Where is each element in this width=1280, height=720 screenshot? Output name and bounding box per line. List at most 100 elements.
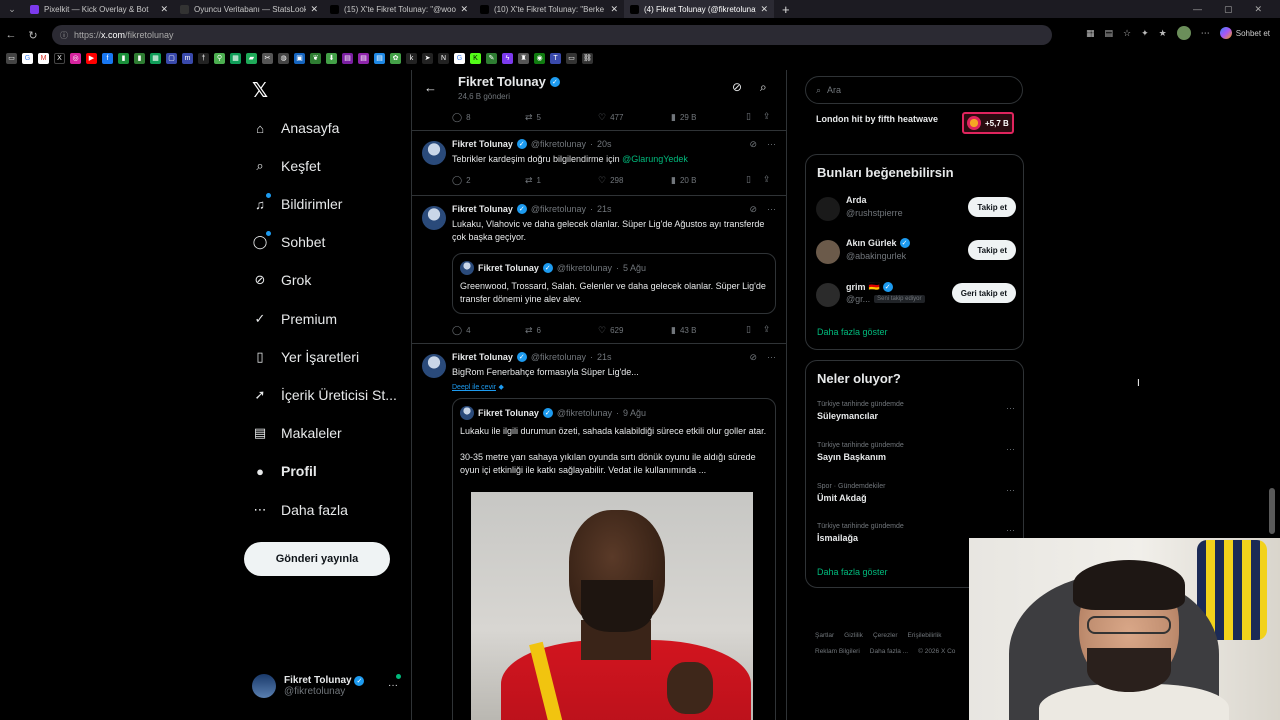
footer-link[interactable]: Şartlar [815,632,834,639]
grok-icon[interactable]: ⊘ [749,204,757,215]
nav-item-grok[interactable]: ⊘ Grok [252,272,312,288]
share-icon[interactable]: ⇪ [763,111,771,122]
like-action[interactable]: ♡ 298 [598,175,671,186]
link-icon[interactable]: ⚲ [214,52,225,64]
download-icon[interactable]: ⬇ [326,52,337,64]
back-arrow-icon[interactable]: ← [424,80,437,95]
tweet-handle[interactable]: @fikretolunay [531,352,586,362]
tweet-more-icon[interactable]: ··· [767,352,776,363]
footer-link[interactable]: Erişilebilirlik [908,632,942,639]
dagger-icon[interactable]: † [198,52,209,64]
twitch-icon[interactable]: ▢ [166,52,177,64]
tab-close-icon[interactable]: ✕ [310,4,318,15]
trends-show-more[interactable]: Daha fazla göster [817,567,888,577]
k-icon[interactable]: k [406,52,417,64]
grok-icon[interactable]: ⊘ [749,352,757,363]
nav-item-search[interactable]: ⌕ Keşfet [252,158,320,174]
reply-action[interactable]: ◯ 8 [452,112,525,123]
tweet-more-icon[interactable]: ··· [767,204,776,215]
browser-tab[interactable]: (15) X'te Fikret Tolunay: "@woodp ✕ [324,0,474,18]
trend-more-icon[interactable]: ··· [1006,485,1015,495]
hat-icon[interactable]: ♜ [518,52,529,64]
trend-item[interactable]: Türkiye tarihinde gündemde Süleymancılar ·… [817,401,1015,421]
tab-close-icon[interactable]: ✕ [760,4,768,15]
who-to-follow-item[interactable]: Akın Gürlek ✓ @abakingurlek Takip et [816,238,1016,272]
tool-icon[interactable]: ✂ [262,52,273,64]
nav-item-bookmark[interactable]: ▯ Yer İşaretleri [252,349,359,365]
quoted-photo[interactable] [471,492,753,720]
globe-icon[interactable]: ◍ [278,52,289,64]
browser-tab[interactable]: Oyuncu Veritabanı — StatsLook | S✕ [174,0,324,18]
copilot-button[interactable]: Sohbet et [1219,27,1270,39]
instagram-icon[interactable]: ◎ [70,52,81,64]
footer-link[interactable]: Gizlilik [844,632,863,639]
bookmark-icon[interactable]: ▯ [746,324,751,335]
repost-action[interactable]: ⇄ 1 [525,175,598,186]
profile-avatar[interactable] [1176,26,1191,40]
tweet-more-icon[interactable]: ··· [767,139,776,150]
quoted-tweet[interactable]: Fikret Tolunay ✓ @fikretolunay · 5 Ağu G… [452,253,776,314]
browser-tab[interactable]: (4) Fikret Tolunay (@fikretolunay) / ✕ [624,0,774,18]
trend-item[interactable]: Spor · Gündemdekiler Ümit Akdağ ··· [817,483,1015,503]
avatar[interactable] [816,283,840,307]
search-icon[interactable]: ⌕ [760,80,767,95]
maximize-icon[interactable]: ▢ [1224,4,1233,15]
reply-action[interactable]: ◯ 2 [452,175,525,186]
settings-icon[interactable]: ✿ [390,52,401,64]
n-icon[interactable]: N [438,52,449,64]
follow-button[interactable]: Geri takip et [951,283,1016,303]
gmail-icon[interactable]: M [38,52,49,64]
avatar[interactable] [816,240,840,264]
trend-more-icon[interactable]: ··· [1006,403,1015,413]
tweet-author[interactable]: Fikret Tolunay [452,204,513,214]
tweet[interactable]: Fikret Tolunay ✓ @fikretolunay · 20s ⊘ ··… [412,131,786,196]
purple-icon[interactable]: ▤ [342,52,353,64]
quoted-tweet[interactable]: Fikret Tolunay ✓ @fikretolunay · 9 Ağu L… [452,398,776,720]
views-action[interactable]: ▮ 43 B [671,325,744,336]
trend-more-icon[interactable]: ··· [1006,444,1015,454]
views-action[interactable]: ▮ 29 B [671,112,744,123]
tweet-avatar[interactable] [422,354,446,378]
trend-more-icon[interactable]: ··· [1006,525,1015,535]
reader-icon[interactable]: ▤ [1105,28,1114,39]
top-trend-title[interactable]: London hit by fifth heatwave [816,114,938,124]
sheets-icon-2[interactable]: ▦ [230,52,241,64]
footer-link[interactable]: Reklam Bilgileri [815,648,860,655]
xbox-icon[interactable]: ◉ [534,52,545,64]
sheets-icon[interactable]: ▦ [150,52,161,64]
tweet-avatar[interactable] [422,141,446,165]
tweet-time[interactable]: 21s [597,352,612,362]
folder-icon[interactable]: ▭ [566,52,577,64]
mention-link[interactable]: @GlarungYedek [622,154,688,164]
follow-button[interactable]: Takip et [968,197,1016,217]
tweet-time[interactable]: 21s [597,204,612,214]
tweet[interactable]: Fikret Tolunay ✓ @fikretolunay · 21s ⊘ ··… [412,344,786,720]
blue-icon[interactable]: ▤ [374,52,385,64]
scrollbar-thumb[interactable] [1269,488,1275,534]
footer-link[interactable]: Çerezler [873,632,898,639]
share-icon[interactable]: ⇪ [763,174,771,185]
green-icon[interactable]: ▰ [246,52,257,64]
leaf-icon-2[interactable]: ✎ [486,52,497,64]
apps-icon[interactable]: ▦ [1086,28,1095,39]
leaf-icon[interactable]: ❦ [310,52,321,64]
settings-more-icon[interactable]: ⋯ [1201,28,1210,39]
nav-item-chat[interactable]: ◯ Sohbet [252,230,325,250]
tweet-handle[interactable]: @fikretolunay [531,139,586,149]
reload-icon[interactable]: ↻ [22,29,44,42]
chain-icon[interactable]: ⛓ [582,52,593,64]
repost-action[interactable]: ⇄ 5 [525,112,598,123]
tweet-author[interactable]: Fikret Tolunay [452,139,513,149]
trend-item[interactable]: Türkiye tarihinde gündemde Sayın Başkanım… [817,442,1015,462]
stats-icon[interactable]: ▮ [134,52,145,64]
window-icon[interactable]: ▣ [294,52,305,64]
site-info-icon[interactable]: ⓘ [60,30,68,41]
bolt-icon[interactable]: ϟ [502,52,513,64]
kick-icon[interactable]: K [470,52,481,64]
favorites-icon[interactable]: ★ [1159,28,1167,39]
minimize-icon[interactable]: — [1193,4,1202,14]
footer-link[interactable]: © 2026 X Co [918,648,955,655]
footer-link[interactable]: Daha fazla ... [870,648,908,655]
post-button[interactable]: Gönderi yayınla [244,542,390,576]
purple-icon-2[interactable]: ▤ [358,52,369,64]
